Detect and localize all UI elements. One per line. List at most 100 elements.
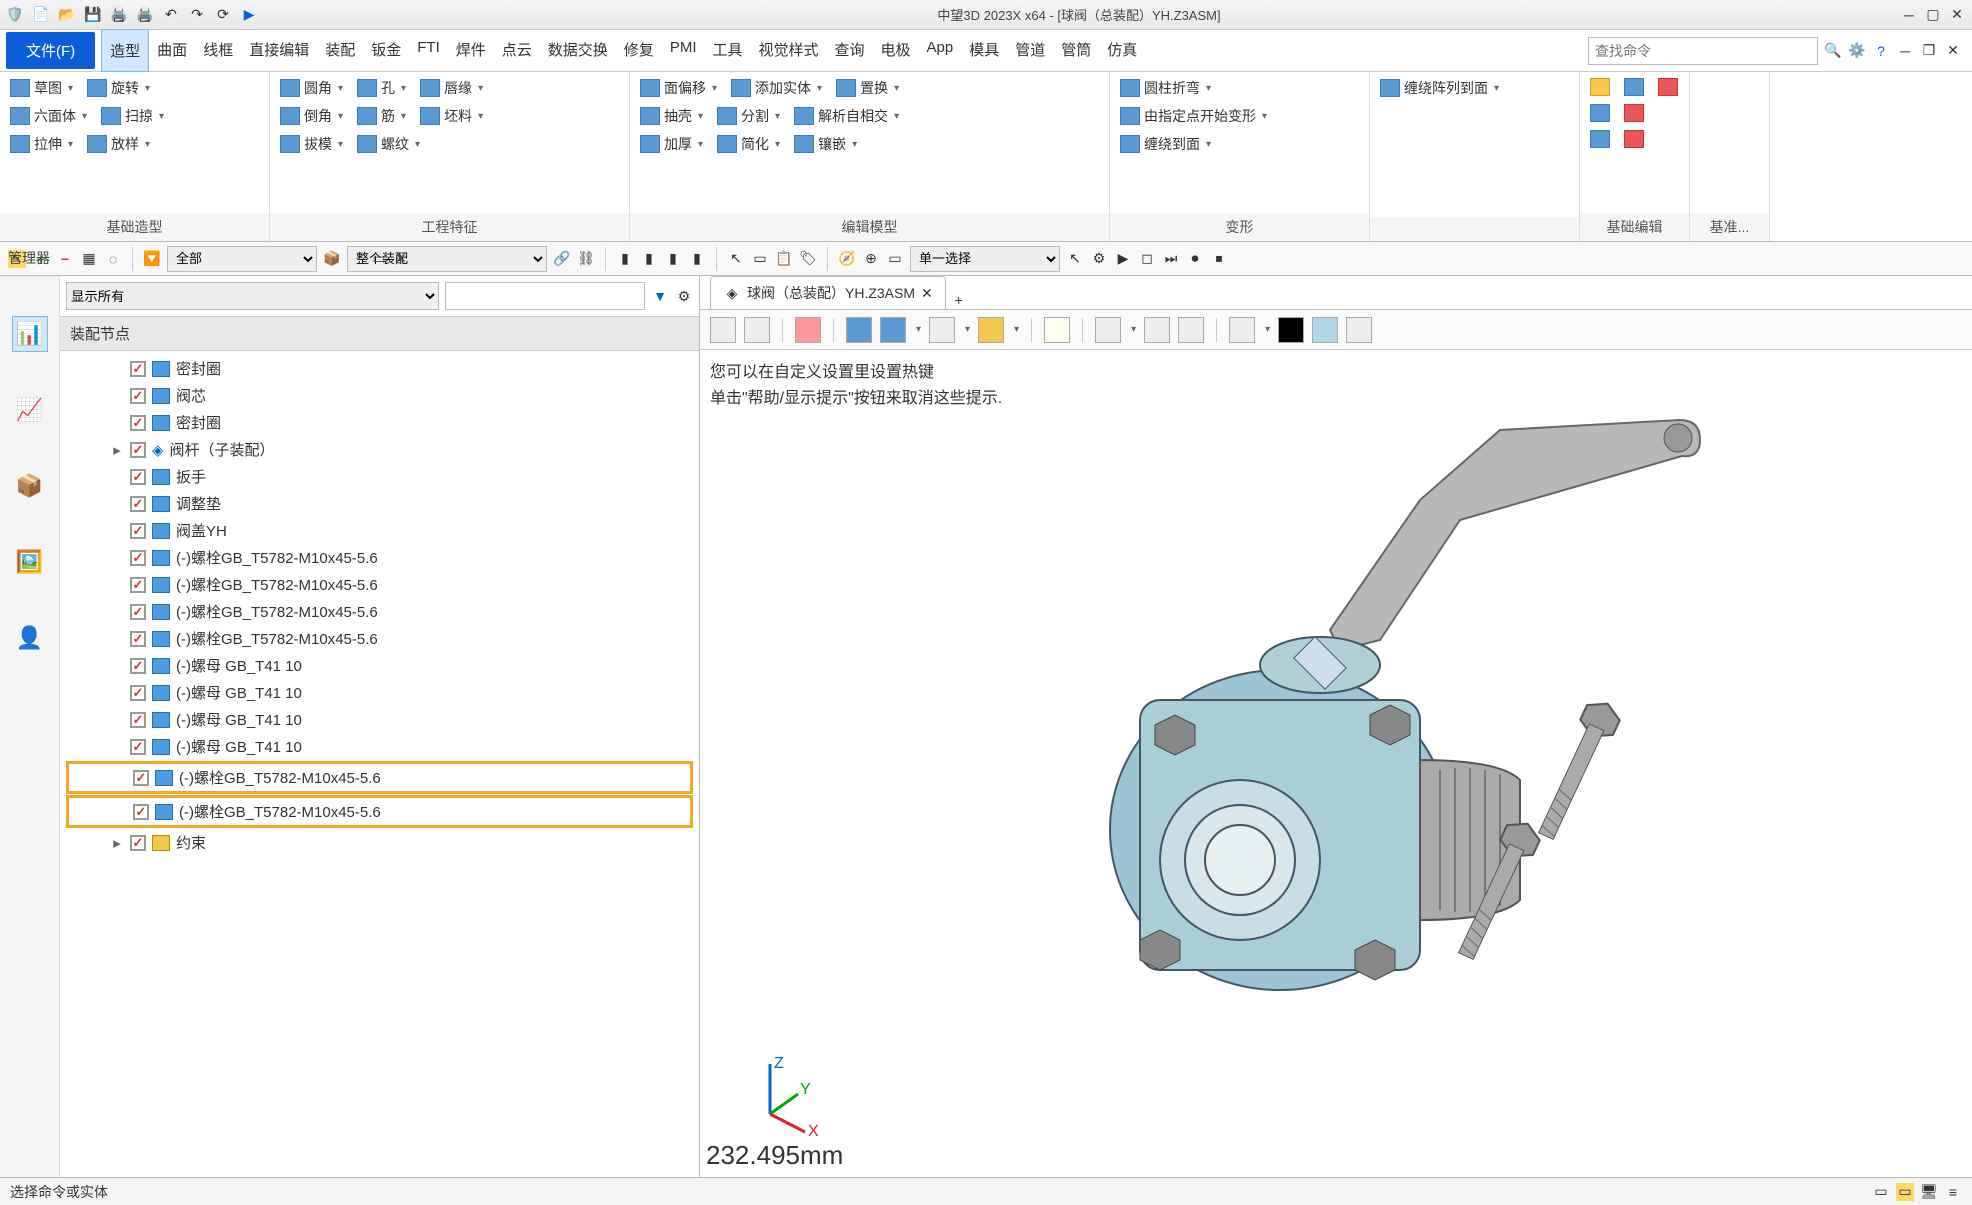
inner-minimize-icon[interactable]: ─ <box>1896 42 1914 60</box>
ptr-icon[interactable]: ↖ <box>1066 250 1084 268</box>
inner-restore-icon[interactable]: ❐ <box>1920 42 1938 60</box>
vt-cube-icon[interactable] <box>846 317 872 343</box>
ribbon-btn-唇缘[interactable]: 唇缘▾ <box>420 78 483 98</box>
cog-icon[interactable]: ⚙ <box>1090 250 1108 268</box>
viewport-3d[interactable]: 您可以在自定义设置里设置热键 单击"帮助/显示提示"按钮来取消这些提示. <box>700 350 1972 1177</box>
menu-电极[interactable]: 电极 <box>873 29 919 72</box>
vt-eraser-icon[interactable] <box>795 317 821 343</box>
cursor2-icon[interactable]: ↖ <box>727 250 745 268</box>
menu-App[interactable]: App <box>919 29 962 72</box>
print2-icon[interactable]: 🖨️ <box>136 6 154 24</box>
ribbon-btn-六面体[interactable]: 六面体▾ <box>10 106 87 126</box>
ribbon-btn-放样[interactable]: 放样▾ <box>87 134 150 154</box>
tree-item[interactable]: ▸✓约束 <box>60 829 699 856</box>
ribbon-btn-分割[interactable]: 分割▾ <box>717 106 780 126</box>
ribbon-btn-简化[interactable]: 简化▾ <box>717 134 780 154</box>
menu-管筒[interactable]: 管筒 <box>1053 29 1099 72</box>
vt-zoom-icon[interactable] <box>1044 317 1070 343</box>
ribbon-btn-圆柱折弯[interactable]: 圆柱折弯▾ <box>1120 78 1211 98</box>
menu-FTI[interactable]: FTI <box>409 29 448 72</box>
play2-icon[interactable]: ▶ <box>1114 250 1132 268</box>
menu-数据交换[interactable]: 数据交换 <box>540 29 616 72</box>
tag-icon[interactable]: 🏷 <box>799 250 817 268</box>
funnel-icon[interactable]: ▼ <box>651 287 669 305</box>
ribbon-btn-筋[interactable]: 筋▾ <box>357 106 406 126</box>
menu-工具[interactable]: 工具 <box>704 29 750 72</box>
tree-item[interactable]: ✓(-)螺栓GB_T5782-M10x45-5.6 <box>60 571 699 598</box>
vt-measure-icon[interactable] <box>1178 317 1204 343</box>
print-icon[interactable]: 🖨️ <box>110 6 128 24</box>
step-icon[interactable]: ⏭ <box>1162 250 1180 268</box>
search-command-input[interactable] <box>1588 37 1818 65</box>
end-icon[interactable]: ⏹ <box>1210 250 1228 268</box>
play-icon[interactable]: ▶ <box>240 6 258 24</box>
vt-wireframe-icon[interactable] <box>929 317 955 343</box>
ribbon-array-icon[interactable] <box>1624 78 1644 96</box>
tree-item[interactable]: ✓阀芯 <box>60 382 699 409</box>
menu-装配[interactable]: 装配 <box>317 29 363 72</box>
ribbon-flip-icon[interactable] <box>1590 104 1610 122</box>
menu-直接编辑[interactable]: 直接编辑 <box>241 29 317 72</box>
tab-hierarchy[interactable]: 📈 <box>12 392 48 428</box>
menu-线框[interactable]: 线框 <box>195 29 241 72</box>
doc-icon[interactable]: ▭ <box>886 250 904 268</box>
tree-item[interactable]: ✓扳手 <box>60 463 699 490</box>
ribbon-btn-坯料[interactable]: 坯料▾ <box>420 106 483 126</box>
menu-修复[interactable]: 修复 <box>616 29 662 72</box>
tree-item[interactable]: ✓(-)螺母 GB_T41 10 <box>60 733 699 760</box>
tree-item[interactable]: ✓密封圈 <box>60 409 699 436</box>
menu-视觉样式[interactable]: 视觉样式 <box>751 29 827 72</box>
ribbon-btn-螺纹[interactable]: 螺纹▾ <box>357 134 420 154</box>
ribbon-btn-圆角[interactable]: 圆角▾ <box>280 78 343 98</box>
ribbon-btn-孔[interactable]: 孔▾ <box>357 78 406 98</box>
save-icon[interactable]: 💾 <box>84 6 102 24</box>
rec-icon[interactable]: ⏺ <box>1186 250 1204 268</box>
tree-item[interactable]: ✓密封圈 <box>60 355 699 382</box>
vt-cube2-icon[interactable] <box>880 317 906 343</box>
ribbon-btn-旋转[interactable]: 旋转▾ <box>87 78 150 98</box>
stop-icon[interactable]: ◻ <box>1138 250 1156 268</box>
menu-点云[interactable]: 点云 <box>494 29 540 72</box>
undo-icon[interactable]: ↶ <box>162 6 180 24</box>
tree-item[interactable]: ✓阀盖YH <box>60 517 699 544</box>
align-r-icon[interactable]: ▮ <box>664 250 682 268</box>
tab-box[interactable]: 📦 <box>12 468 48 504</box>
inner-close-icon[interactable]: ✕ <box>1944 42 1962 60</box>
vt-gold-icon[interactable] <box>978 317 1004 343</box>
vt-black-icon[interactable] <box>1278 317 1304 343</box>
menu-查询[interactable]: 查询 <box>827 29 873 72</box>
sheet-icon[interactable]: 📋 <box>775 250 793 268</box>
sb-icon[interactable]: ≡ <box>1944 1183 1962 1201</box>
ribbon-btn-缠绕到面[interactable]: 缠绕到面▾ <box>1120 134 1211 154</box>
menu-管道[interactable]: 管道 <box>1007 29 1053 72</box>
show-filter-select[interactable]: 显示所有 <box>66 282 439 310</box>
chain-icon[interactable]: ⛓ <box>577 250 595 268</box>
tree-item[interactable]: ▸✓◈阀杆（子装配） <box>60 436 699 463</box>
gear-icon[interactable]: ⚙️ <box>1848 42 1866 60</box>
ribbon-btn-由指定点开始变形[interactable]: 由指定点开始变形▾ <box>1120 106 1267 126</box>
ribbon-btn-缠绕阵列到面[interactable]: 缠绕阵列到面▾ <box>1380 78 1499 98</box>
maximize-icon[interactable]: ▢ <box>1924 6 1942 24</box>
minimize-icon[interactable]: ─ <box>1900 6 1918 24</box>
target-icon[interactable]: ⊕ <box>862 250 880 268</box>
align-t-icon[interactable]: ▮ <box>688 250 706 268</box>
menu-钣金[interactable]: 钣金 <box>363 29 409 72</box>
tab-tree[interactable]: 📊 <box>12 316 48 352</box>
compass-icon[interactable]: 🧭 <box>838 250 856 268</box>
select-mode[interactable]: 单一选择 <box>910 246 1060 272</box>
menu-模具[interactable]: 模具 <box>961 29 1007 72</box>
ribbon-btn-加厚[interactable]: 加厚▾ <box>640 134 703 154</box>
vt-icon[interactable] <box>744 317 770 343</box>
refresh-icon[interactable]: ⟳ <box>214 6 232 24</box>
ribbon-xy-icon[interactable] <box>1658 78 1678 96</box>
ribbon-btn-草图[interactable]: 草图▾ <box>10 78 73 98</box>
tree-item[interactable]: ✓调整垫 <box>60 490 699 517</box>
menu-焊件[interactable]: 焊件 <box>448 29 494 72</box>
document-tab[interactable]: ◈ 球阀（总装配）YH.Z3ASM ✕ <box>710 276 946 309</box>
vt-layers-icon[interactable] <box>1346 317 1372 343</box>
vt-screen-icon[interactable] <box>1229 317 1255 343</box>
menu-PMI[interactable]: PMI <box>662 29 705 72</box>
ribbon-grid-icon[interactable] <box>1590 78 1610 96</box>
vt-center-icon[interactable] <box>1095 317 1121 343</box>
sb-icon[interactable]: ▭ <box>1872 1183 1890 1201</box>
